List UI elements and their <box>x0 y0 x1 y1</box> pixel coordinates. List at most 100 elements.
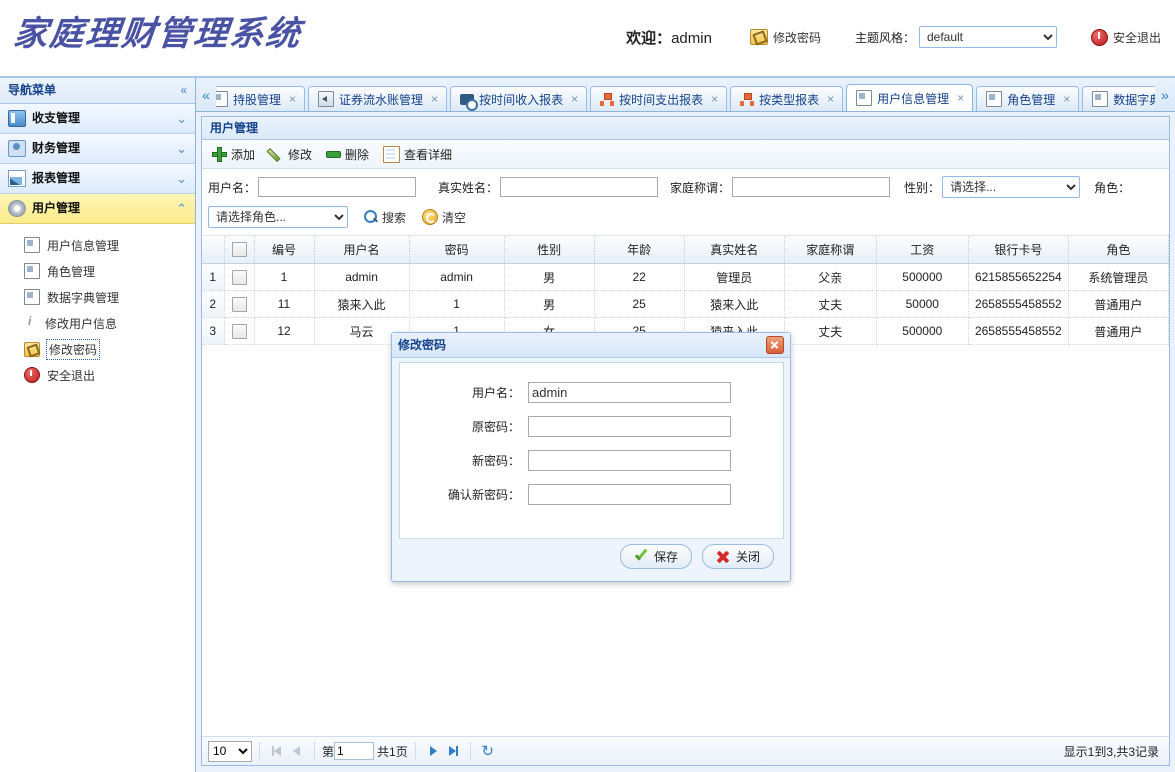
th-id[interactable]: 编号 <box>254 236 315 264</box>
sidebar-group-user[interactable]: 用户管理 ⌃ <box>0 194 195 224</box>
filter-username-input[interactable] <box>258 177 417 197</box>
tabs-scroll-right-icon[interactable]: » <box>1155 78 1175 111</box>
close-icon[interactable]: × <box>431 92 438 106</box>
cell-rownum: 3 <box>202 317 225 345</box>
clear-button[interactable]: 清空 <box>422 209 466 226</box>
page-number-input[interactable] <box>334 742 375 760</box>
tab-dictionary-management[interactable]: 数据字典管理 × <box>1082 86 1155 111</box>
close-icon[interactable]: × <box>827 92 834 106</box>
theme-select[interactable]: default <box>918 26 1057 48</box>
header-change-password-link[interactable]: 修改密码 <box>749 29 821 46</box>
prev-page-button[interactable] <box>287 741 307 761</box>
th-realname[interactable]: 真实姓名 <box>684 236 785 264</box>
tab-income-by-time[interactable]: 按时间收入报表 × <box>450 86 588 111</box>
add-button-label: 添加 <box>231 147 256 162</box>
edit-button[interactable]: 修改 <box>265 144 322 165</box>
cell-gender: 男 <box>504 263 595 291</box>
table-row[interactable]: 1 1 admin admin 男 22 管理员 父亲 500000 62158… <box>202 263 1170 291</box>
th-salary[interactable]: 工资 <box>876 236 969 264</box>
tab-expense-by-time[interactable]: 按时间支出报表 × <box>590 86 728 111</box>
dialog-username-input[interactable] <box>528 381 731 403</box>
row-checkbox[interactable] <box>231 269 247 285</box>
tab-stock-management[interactable]: 持股管理 × <box>216 86 306 111</box>
sidebar-group-income[interactable]: 收支管理 ⌄ <box>0 104 195 134</box>
power-icon <box>1090 28 1108 46</box>
sidebar-item-logout[interactable]: 安全退出 <box>0 362 195 388</box>
sidebar-group-report[interactable]: 报表管理 ⌄ <box>0 164 195 194</box>
sidebar-heading: 导航菜单 « <box>0 78 195 104</box>
dialog-confirm-password-input[interactable] <box>528 483 731 505</box>
last-page-button[interactable] <box>443 741 463 761</box>
first-page-button[interactable] <box>267 741 287 761</box>
tab-by-type-report[interactable]: 按类型报表 × <box>730 86 844 111</box>
search-button[interactable]: 搜索 <box>364 209 406 226</box>
page-size-select[interactable]: 10 <box>208 740 252 762</box>
dialog-old-password-input[interactable] <box>528 415 731 437</box>
sidebar-group-finance[interactable]: 财务管理 ⌄ <box>0 134 195 164</box>
cell-select[interactable] <box>224 263 255 291</box>
dialog-old-password-label: 原密码： <box>471 419 520 434</box>
dialog-close-button[interactable]: 关闭 <box>701 544 774 569</box>
filter-row-1: 用户名： 真实姓名： 家庭称谓： 性别： 请选择... 角色： <box>208 175 1169 199</box>
th-bankcard[interactable]: 银行卡号 <box>968 236 1069 264</box>
cell-select[interactable] <box>224 317 255 345</box>
refresh-button[interactable]: ↻ <box>478 741 498 761</box>
cell-password: 1 <box>409 290 505 318</box>
close-icon[interactable]: × <box>571 92 578 106</box>
close-icon[interactable]: × <box>1063 92 1070 106</box>
filter-realname-input[interactable] <box>500 177 659 197</box>
doc-icon <box>24 237 40 253</box>
sidebar-item-dictionary[interactable]: 数据字典管理 <box>0 284 195 310</box>
close-icon[interactable]: × <box>711 92 718 106</box>
th-gender[interactable]: 性别 <box>504 236 595 264</box>
key-icon <box>24 341 40 357</box>
th-role[interactable]: 角色 <box>1068 236 1170 264</box>
filter-gender-select[interactable]: 请选择... <box>942 176 1081 198</box>
cell-salary: 500000 <box>876 263 969 291</box>
view-detail-button[interactable]: 查看详细 <box>379 144 462 165</box>
add-button[interactable]: 添加 <box>208 144 265 165</box>
next-page-button[interactable] <box>423 741 443 761</box>
tab-user-info-management[interactable]: 用户信息管理 × <box>846 84 974 111</box>
power-icon <box>24 367 40 383</box>
chevron-down-icon: ⌄ <box>176 171 187 186</box>
row-checkbox[interactable] <box>231 296 247 312</box>
doc-icon <box>24 263 40 279</box>
tab-role-management[interactable]: 角色管理 × <box>976 86 1080 111</box>
tabs-scroll-left-icon[interactable]: « <box>196 78 216 111</box>
sidebar-item-role[interactable]: 角色管理 <box>0 258 195 284</box>
cell-select[interactable] <box>224 290 255 318</box>
delete-icon <box>326 147 342 162</box>
close-icon[interactable]: × <box>289 92 296 106</box>
tab-securities-ledger[interactable]: 证券流水账管理 × <box>308 86 448 111</box>
sidebar-item-change-password[interactable]: 修改密码 <box>0 336 195 362</box>
filter-row-2: 请选择角色... 搜索 清空 <box>208 205 1169 229</box>
dialog-save-button[interactable]: 保存 <box>619 544 692 569</box>
select-all-checkbox[interactable] <box>231 242 247 258</box>
th-password[interactable]: 密码 <box>409 236 505 264</box>
close-icon[interactable]: × <box>957 91 964 105</box>
doc-icon <box>856 90 873 106</box>
th-age[interactable]: 年龄 <box>594 236 685 264</box>
last-page-icon <box>447 745 459 757</box>
doc-icon <box>986 91 1003 107</box>
cell-role: 系统管理员 <box>1068 263 1170 291</box>
row-checkbox[interactable] <box>231 323 247 339</box>
header-logout-link[interactable]: 安全退出 <box>1090 28 1161 46</box>
sidebar-item-user-info[interactable]: 用户信息管理 <box>0 232 195 258</box>
collapse-all-icon[interactable]: « <box>180 78 187 103</box>
table-row[interactable]: 2 11 猿来入此 1 男 25 猿来入此 丈夫 50000 265855545… <box>202 290 1170 318</box>
welcome-label: 欢迎： <box>626 29 672 47</box>
th-username[interactable]: 用户名 <box>314 236 410 264</box>
filter-role-select[interactable]: 请选择角色... <box>208 206 348 228</box>
filter-family-title-input[interactable] <box>732 177 891 197</box>
th-family-title[interactable]: 家庭称谓 <box>784 236 877 264</box>
left-arrow-icon <box>318 91 335 107</box>
close-icon[interactable] <box>766 336 784 354</box>
dialog-new-password-input[interactable] <box>528 449 731 471</box>
sidebar-group-finance-label: 财务管理 <box>32 141 81 155</box>
delete-button[interactable]: 删除 <box>322 144 379 165</box>
sidebar-item-edit-profile[interactable]: 修改用户信息 <box>0 310 195 336</box>
sidebar-item-label: 用户信息管理 <box>47 238 120 253</box>
th-select-all[interactable] <box>224 236 255 264</box>
